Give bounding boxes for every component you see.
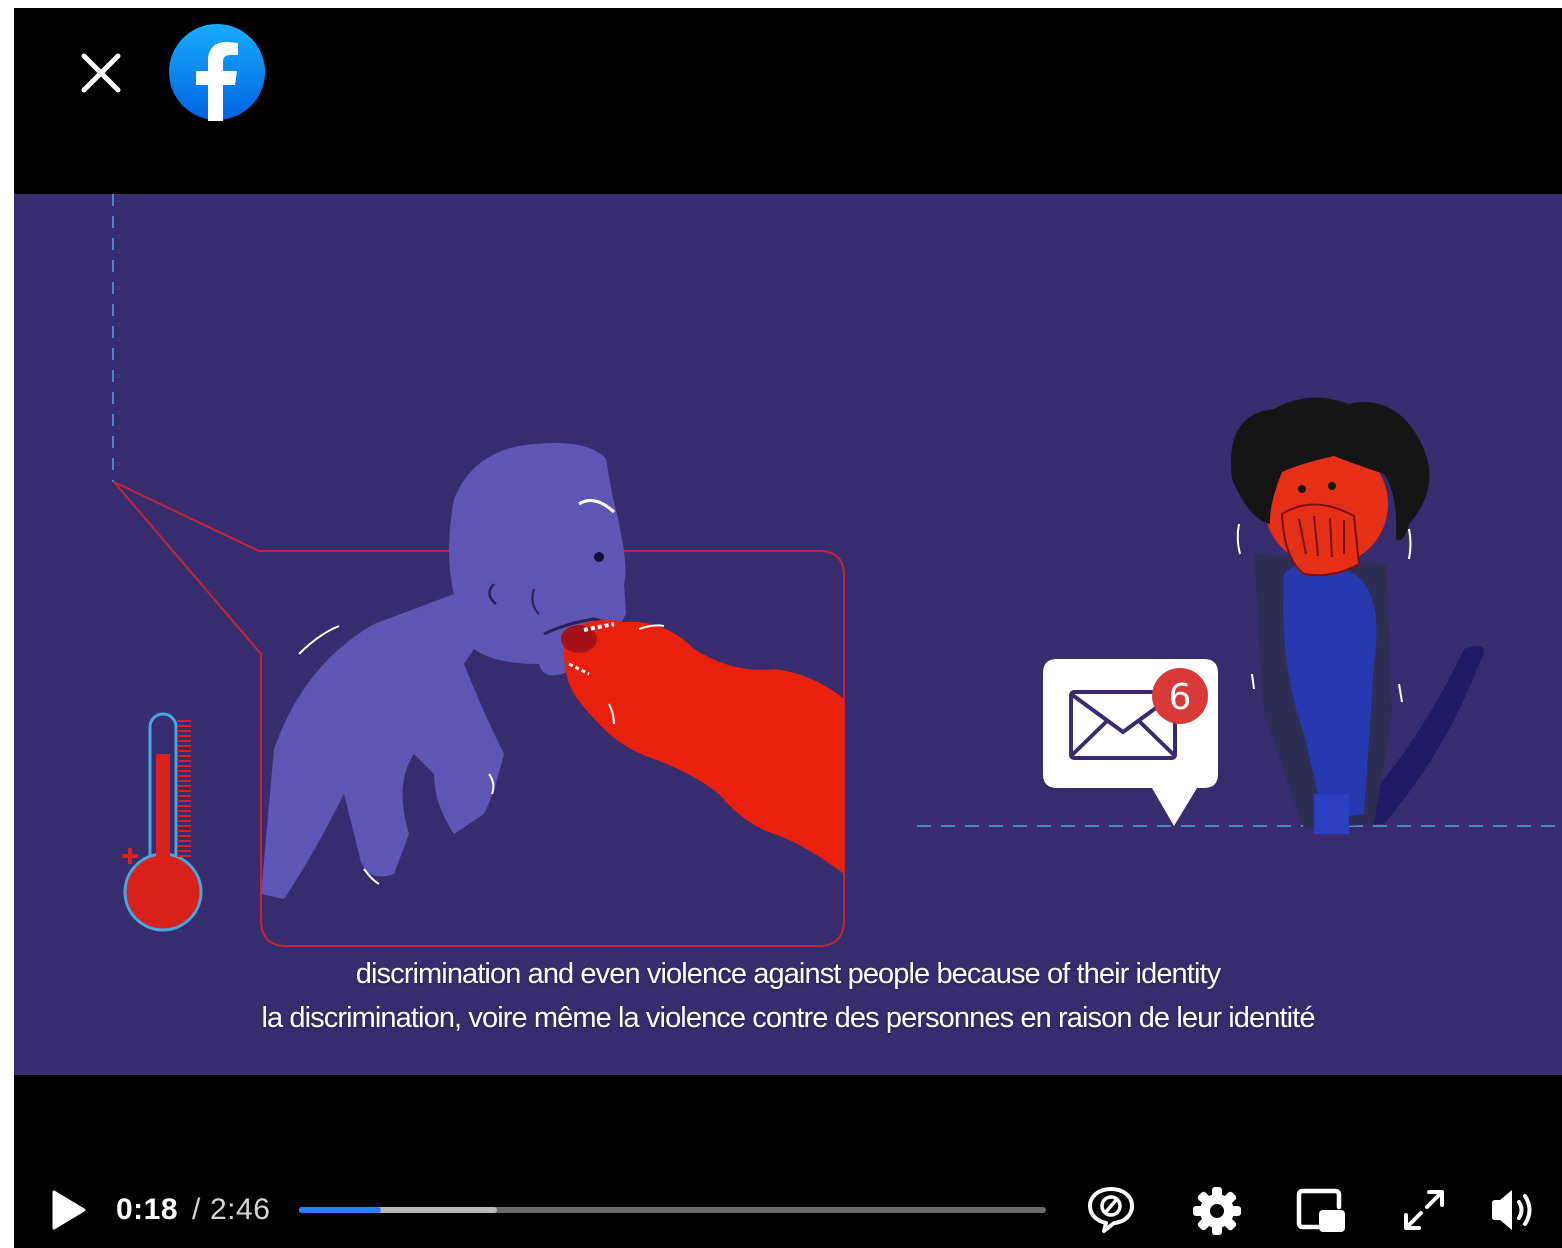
played-bar [299, 1207, 382, 1213]
video-player[interactable]: 6 discrimination and even violence again… [14, 8, 1562, 1248]
video-illustration: 6 [112, 194, 1562, 947]
play-button[interactable] [50, 1188, 88, 1232]
gear-icon [1193, 1187, 1241, 1235]
subtitle-english: discrimination and even violence against… [355, 958, 1221, 990]
facebook-logo[interactable] [168, 23, 266, 121]
message-notification-illustration: 6 [1043, 659, 1218, 826]
duration: 2:46 [210, 1193, 271, 1226]
time-separator: / [192, 1193, 201, 1226]
facebook-logo-icon [169, 24, 265, 121]
red-shout-illustration [561, 619, 844, 874]
scared-person-illustration [1230, 397, 1484, 834]
close-icon [81, 53, 121, 93]
video-frame[interactable]: 6 discrimination and even violence again… [14, 194, 1562, 1075]
miniplayer-button[interactable] [1295, 1185, 1347, 1235]
volume-button[interactable] [1488, 1185, 1540, 1235]
captions-button[interactable] [1086, 1185, 1136, 1235]
fullscreen-icon [1404, 1190, 1444, 1230]
settings-button[interactable] [1191, 1185, 1243, 1237]
current-time: 0:18 [116, 1193, 179, 1226]
close-button[interactable] [76, 48, 126, 98]
fullscreen-button[interactable] [1401, 1187, 1447, 1233]
subtitle-french: la discrimination, voire même la violenc… [261, 1002, 1315, 1034]
picture-in-picture-icon [1296, 1188, 1345, 1232]
play-icon [52, 1190, 86, 1230]
thermometer-illustration [122, 712, 203, 932]
progress-bar[interactable] [299, 1207, 1046, 1213]
captions-off-icon [1088, 1187, 1134, 1233]
notification-count: 6 [1169, 677, 1192, 718]
player-controls: 0:18 / 2:46 [14, 1173, 1562, 1248]
volume-icon [1492, 1190, 1532, 1230]
